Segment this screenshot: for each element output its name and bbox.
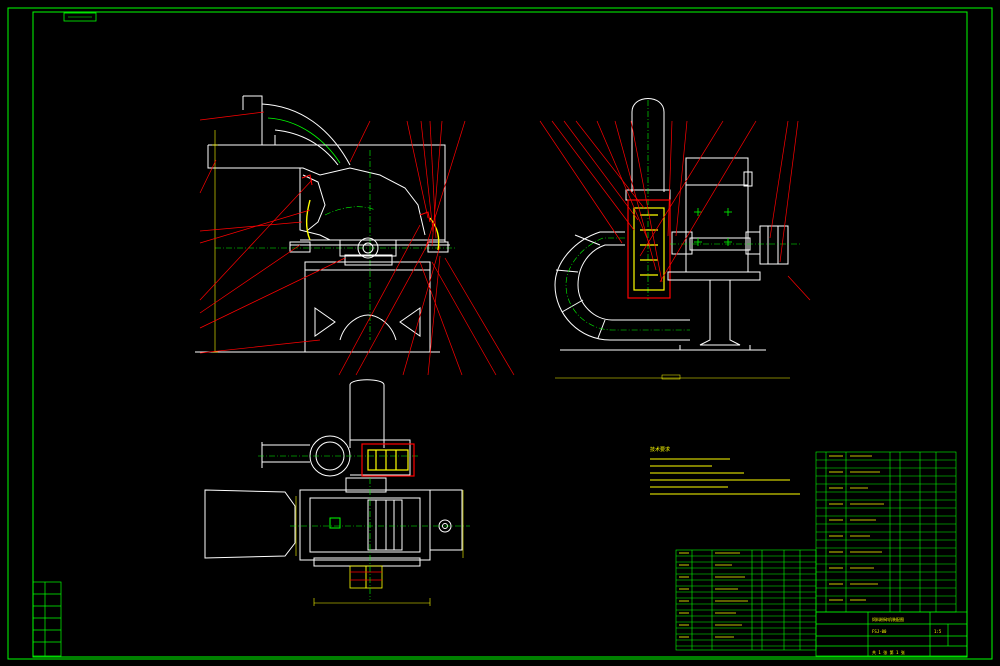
drawing-title: 饲料粉碎机装配图 <box>872 616 904 622</box>
top-body <box>299 477 463 567</box>
top-riser <box>349 379 385 448</box>
front-leaders <box>199 111 515 376</box>
front-dimensions <box>212 130 218 353</box>
front-base <box>195 254 440 353</box>
front-hopper-arc <box>267 117 341 164</box>
side-base <box>560 271 766 351</box>
parts-list-upper-text <box>829 455 884 601</box>
sheet-frame <box>7 7 993 660</box>
side-view <box>539 98 811 380</box>
drawing-number: FSJ-00 <box>872 629 887 634</box>
sheet-label: 共 1 张 第 1 张 <box>872 649 905 655</box>
cad-drawing-canvas: 技术要求 饲料粉碎机装配图 FSJ-00 1:5 共 1 张 第 1 张 <box>7 7 993 660</box>
binding-strip <box>32 581 62 657</box>
tech-notes: 技术要求 <box>650 446 800 495</box>
tech-notes-lines <box>650 458 800 495</box>
side-dim-label <box>661 374 681 380</box>
top-dimensions <box>295 490 464 606</box>
drawing-scale: 1:5 <box>934 629 942 634</box>
parts-list-lower-text <box>679 552 748 638</box>
tech-notes-title: 技术要求 <box>650 446 670 453</box>
top-highlight <box>361 443 415 477</box>
corner-label-box <box>63 12 97 22</box>
top-feed-tray <box>204 489 296 559</box>
parts-list-upper <box>815 451 957 613</box>
top-centerlines <box>290 478 470 600</box>
front-view <box>195 95 515 376</box>
top-pulley <box>349 565 383 589</box>
parts-list-lower <box>675 549 817 651</box>
side-leaders <box>539 120 811 301</box>
top-view <box>204 379 470 606</box>
